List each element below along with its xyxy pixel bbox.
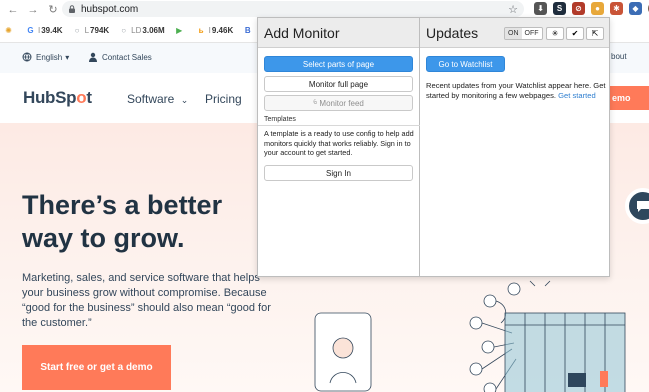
- orange-ext-icon[interactable]: ●: [591, 2, 604, 15]
- language-label: English: [36, 52, 63, 62]
- add-monitor-title: Add Monitor: [264, 25, 340, 41]
- off-ext-icon[interactable]: ⊘: [572, 2, 585, 15]
- updates-header: Updates ON OFF ✳ ✔ ⇱: [420, 18, 609, 48]
- external-link-icon: ⇱: [591, 29, 599, 38]
- bookmark-item[interactable]: G I 39.4K: [26, 26, 63, 35]
- bookmark-label: 39.4K: [41, 26, 63, 35]
- chevron-down-icon: ▾: [65, 52, 70, 62]
- chevron-down-icon: ⌄: [180, 95, 189, 105]
- on-off-toggle[interactable]: ON OFF: [504, 27, 543, 40]
- add-monitor-header: Add Monitor: [258, 18, 419, 48]
- get-started-link[interactable]: Get started: [558, 91, 596, 100]
- bookmark-item[interactable]: ○ LD 3.06M: [119, 26, 164, 35]
- bookmark-star-icon[interactable]: ☆: [508, 3, 518, 16]
- nav-pricing[interactable]: Pricing: [205, 92, 242, 106]
- circle-outline-icon: ○: [74, 26, 80, 35]
- open-external-button[interactable]: ⇱: [586, 27, 604, 40]
- globe-icon: [22, 52, 32, 62]
- logo-text: t: [86, 88, 92, 107]
- hero-subtext: Marketing, sales, and service software t…: [22, 272, 271, 329]
- monitor-feed-button[interactable]: ꕃ Monitor feed: [264, 95, 413, 111]
- add-monitor-pane: Add Monitor Select parts of page Monitor…: [258, 18, 420, 276]
- monitor-feed-label: Monitor feed: [319, 98, 364, 108]
- bookmark-prefix: I: [208, 26, 211, 35]
- bookmark-prefix: L: [84, 26, 90, 35]
- apps-icon: ✺: [5, 26, 12, 35]
- toggle-on[interactable]: ON: [505, 28, 522, 39]
- templates-description: A template is a ready to use config to h…: [264, 129, 414, 158]
- puzzle-ext-icon[interactable]: ✱: [610, 2, 623, 15]
- chat-icon: [637, 201, 649, 212]
- updates-description: Recent updates from your Watchlist appea…: [426, 81, 606, 101]
- logo-text: HubSp: [23, 88, 77, 107]
- hero-headline: There’s a better way to grow.: [22, 190, 223, 253]
- rss-icon: ꕃ: [313, 99, 318, 106]
- start-free-button[interactable]: Start free or get a demo: [22, 345, 171, 390]
- forward-icon[interactable]: →: [26, 3, 40, 17]
- drop-ext-icon[interactable]: ◆: [629, 2, 642, 15]
- updates-title: Updates: [426, 25, 479, 41]
- user-icon: [89, 52, 97, 62]
- contact-sales-label: Contact Sales: [102, 52, 152, 62]
- bookmark-prefix: I: [38, 26, 41, 35]
- nav-software[interactable]: Software ⌄: [127, 92, 188, 106]
- hero-illustration: [314, 280, 626, 392]
- sign-in-button[interactable]: Sign In: [264, 165, 413, 181]
- bookmark-prefix: LD: [131, 26, 142, 35]
- circle-outline-icon: ○: [121, 26, 127, 35]
- url-text: hubspot.com: [81, 3, 139, 15]
- divider: [258, 125, 420, 126]
- check-icon: ✔: [571, 29, 579, 38]
- bookmark-item[interactable]: ✺: [4, 26, 16, 35]
- b-icon: B: [244, 26, 251, 35]
- bookmark-item[interactable]: B: [243, 26, 255, 35]
- bookmark-item[interactable]: ▶: [175, 26, 187, 35]
- b-icon: ь: [198, 26, 204, 35]
- bookmark-item[interactable]: ○ L 794K: [73, 26, 110, 35]
- logo-sprocket: o: [76, 88, 87, 107]
- select-parts-button[interactable]: Select parts of page: [264, 56, 413, 72]
- nav-software-label: Software: [127, 92, 175, 106]
- reload-icon[interactable]: ↻: [46, 3, 60, 17]
- bookmark-label: 794K: [90, 26, 110, 35]
- hubspot-logo[interactable]: HubSpot: [23, 88, 92, 108]
- bookmark-item[interactable]: ь I 9.46K: [197, 26, 234, 35]
- sparkle-icon: ✳: [551, 29, 559, 38]
- bookmark-label: 9.46K: [211, 26, 234, 35]
- templates-heading: Templates: [264, 116, 296, 123]
- contact-sales-link[interactable]: Contact Sales: [88, 52, 152, 62]
- settings-button[interactable]: ✳: [546, 27, 564, 40]
- toggle-off[interactable]: OFF: [521, 28, 542, 39]
- about-label: bout: [611, 52, 627, 61]
- nav-pricing-label: Pricing: [205, 92, 242, 106]
- address-bar[interactable]: hubspot.com ☆: [62, 1, 524, 17]
- language-selector[interactable]: English ▾: [22, 52, 69, 62]
- download-ext-icon[interactable]: ⬇: [534, 2, 547, 15]
- about-link[interactable]: bout: [611, 52, 627, 61]
- monitor-full-page-button[interactable]: Monitor full page: [264, 76, 413, 92]
- go-to-watchlist-button[interactable]: Go to Watchlist: [426, 56, 505, 72]
- get-demo-button[interactable]: emo: [608, 86, 649, 110]
- extension-popup: Add Monitor Select parts of page Monitor…: [257, 17, 610, 277]
- back-icon[interactable]: ←: [6, 3, 20, 17]
- mark-read-button[interactable]: ✔: [566, 27, 584, 40]
- s-ext-icon[interactable]: S: [553, 2, 566, 15]
- play-icon: ▶: [176, 26, 183, 35]
- demo-label: emo: [612, 93, 631, 103]
- updates-pane: Updates ON OFF ✳ ✔ ⇱ Go to Watchlist Rec…: [420, 18, 609, 276]
- extensions-bar: ⬇ S ⊘ ● ✱ ◆: [528, 2, 649, 15]
- lock-icon: [69, 5, 75, 13]
- bookmark-label: 3.06M: [142, 26, 165, 35]
- google-icon: G: [27, 26, 34, 35]
